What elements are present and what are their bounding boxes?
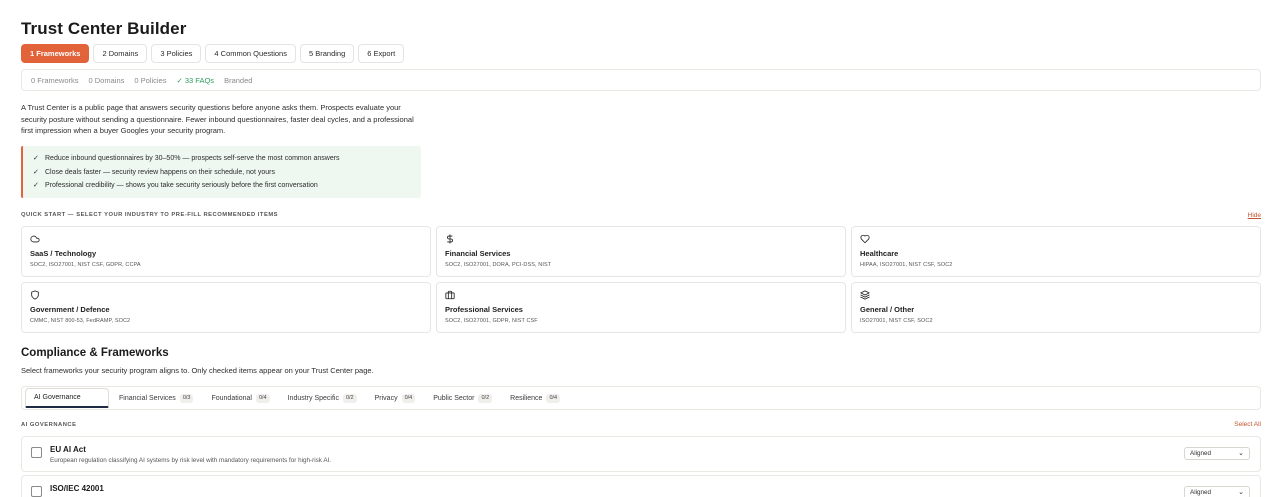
select-all-button[interactable]: Select All bbox=[1234, 421, 1261, 428]
check-icon: ✓ bbox=[33, 168, 39, 176]
industry-card-professional[interactable]: Professional Services SOC2, ISO27001, GD… bbox=[436, 282, 846, 333]
step-policies[interactable]: 3 Policies bbox=[151, 44, 202, 63]
tab-count-badge: 0/3 bbox=[179, 393, 194, 403]
framework-name: EU AI Act bbox=[50, 445, 86, 454]
wizard-steps: 1 Frameworks 2 Domains 3 Policies 4 Comm… bbox=[21, 44, 405, 63]
benefit-item: ✓ Close deals faster — security review ha… bbox=[33, 166, 421, 180]
tab-count-badge: 0/4 bbox=[255, 393, 270, 403]
industry-card-government[interactable]: Government / Defence CMMC, NIST 800-53, … bbox=[21, 282, 431, 333]
faqs-count: ✓ 33 FAQs bbox=[176, 75, 215, 85]
heart-icon bbox=[860, 234, 870, 244]
alignment-select[interactable]: Aligned ⌄ bbox=[1184, 447, 1250, 460]
tab-public-sector[interactable]: Public Sector 0/2 bbox=[425, 388, 500, 408]
industry-card-saas[interactable]: SaaS / Technology SOC2, ISO27001, NIST C… bbox=[21, 226, 431, 277]
tab-count-badge: 0/2 bbox=[342, 393, 357, 403]
group-label: AI GOVERNANCE bbox=[21, 422, 77, 428]
tab-count-badge: 0/4 bbox=[401, 393, 416, 403]
step-common-questions[interactable]: 4 Common Questions bbox=[205, 44, 296, 63]
section-description: Select frameworks your security program … bbox=[21, 366, 374, 375]
step-frameworks[interactable]: 1 Frameworks bbox=[21, 44, 90, 63]
industry-card-general[interactable]: General / Other ISO27001, NIST CSF, SOC2 bbox=[851, 282, 1261, 333]
benefit-item: ✓ Professional credibility — shows you ta… bbox=[33, 179, 421, 193]
industry-card-healthcare[interactable]: Healthcare HIPAA, ISO27001, NIST CSF, SO… bbox=[851, 226, 1261, 277]
page-title: Trust Center Builder bbox=[21, 19, 187, 38]
branded-status: Branded bbox=[224, 75, 253, 85]
frameworks-count: 0 Frameworks bbox=[31, 75, 79, 85]
hide-quick-start-link[interactable]: Hide bbox=[1248, 212, 1261, 219]
cloud-icon bbox=[30, 235, 40, 243]
briefcase-icon bbox=[445, 290, 455, 300]
framework-description: European regulation classifying AI syste… bbox=[50, 457, 332, 464]
tab-count-badge: 0/4 bbox=[546, 393, 561, 403]
step-export[interactable]: 6 Export bbox=[358, 44, 405, 63]
benefits-callout: ✓ Reduce inbound questionnaires by 30–50%… bbox=[21, 146, 421, 198]
industry-card-financial[interactable]: Financial Services SOC2, ISO27001, DORA,… bbox=[436, 226, 846, 277]
section-title: Compliance & Frameworks bbox=[21, 347, 169, 359]
tab-financial-services[interactable]: Financial Services 0/3 bbox=[111, 388, 201, 408]
alignment-select[interactable]: Aligned ⌄ bbox=[1184, 486, 1250, 497]
framework-checkbox[interactable] bbox=[31, 486, 42, 497]
industry-cards: SaaS / Technology SOC2, ISO27001, NIST C… bbox=[21, 226, 1261, 333]
tab-privacy[interactable]: Privacy 0/4 bbox=[367, 388, 424, 408]
framework-name: ISO/IEC 42001 bbox=[50, 484, 104, 493]
framework-row-eu-ai-act: EU AI Act European regulation classifyin… bbox=[21, 436, 1261, 472]
tab-resilience[interactable]: Resilience 0/4 bbox=[502, 388, 568, 408]
layers-icon bbox=[860, 290, 870, 300]
dollar-icon bbox=[447, 234, 453, 244]
chevron-down-icon: ⌄ bbox=[1238, 489, 1244, 496]
shield-icon bbox=[31, 290, 39, 300]
tab-foundational[interactable]: Foundational 0/4 bbox=[203, 388, 277, 408]
step-branding[interactable]: 5 Branding bbox=[299, 44, 355, 63]
framework-checkbox[interactable] bbox=[31, 447, 42, 458]
benefit-item: ✓ Reduce inbound questionnaires by 30–50%… bbox=[33, 152, 421, 166]
progress-summary: 0 Frameworks 0 Domains 0 Policies ✓ 33 F… bbox=[21, 69, 1261, 91]
step-domains[interactable]: 2 Domains bbox=[93, 44, 148, 63]
framework-category-tabs: AI Governance Financial Services 0/3 Foun… bbox=[21, 386, 1261, 410]
check-icon: ✓ bbox=[33, 182, 39, 189]
check-icon: ✓ bbox=[33, 155, 39, 162]
tab-industry-specific[interactable]: Industry Specific 0/2 bbox=[280, 388, 365, 408]
policies-count: 0 Policies bbox=[134, 75, 167, 85]
quick-start-label: QUICK START — SELECT YOUR INDUSTRY TO PR… bbox=[21, 212, 279, 218]
domains-count: 0 Domains bbox=[88, 75, 125, 85]
framework-row-iso-42001: ISO/IEC 42001 Aligned ⌄ bbox=[21, 475, 1261, 497]
chevron-down-icon: ⌄ bbox=[1238, 450, 1244, 457]
intro-text: A Trust Center is a public page that ans… bbox=[21, 103, 414, 136]
tab-ai-governance[interactable]: AI Governance bbox=[25, 388, 109, 408]
tab-count-badge: 0/2 bbox=[478, 393, 493, 403]
check-icon: ✓ bbox=[176, 75, 183, 85]
